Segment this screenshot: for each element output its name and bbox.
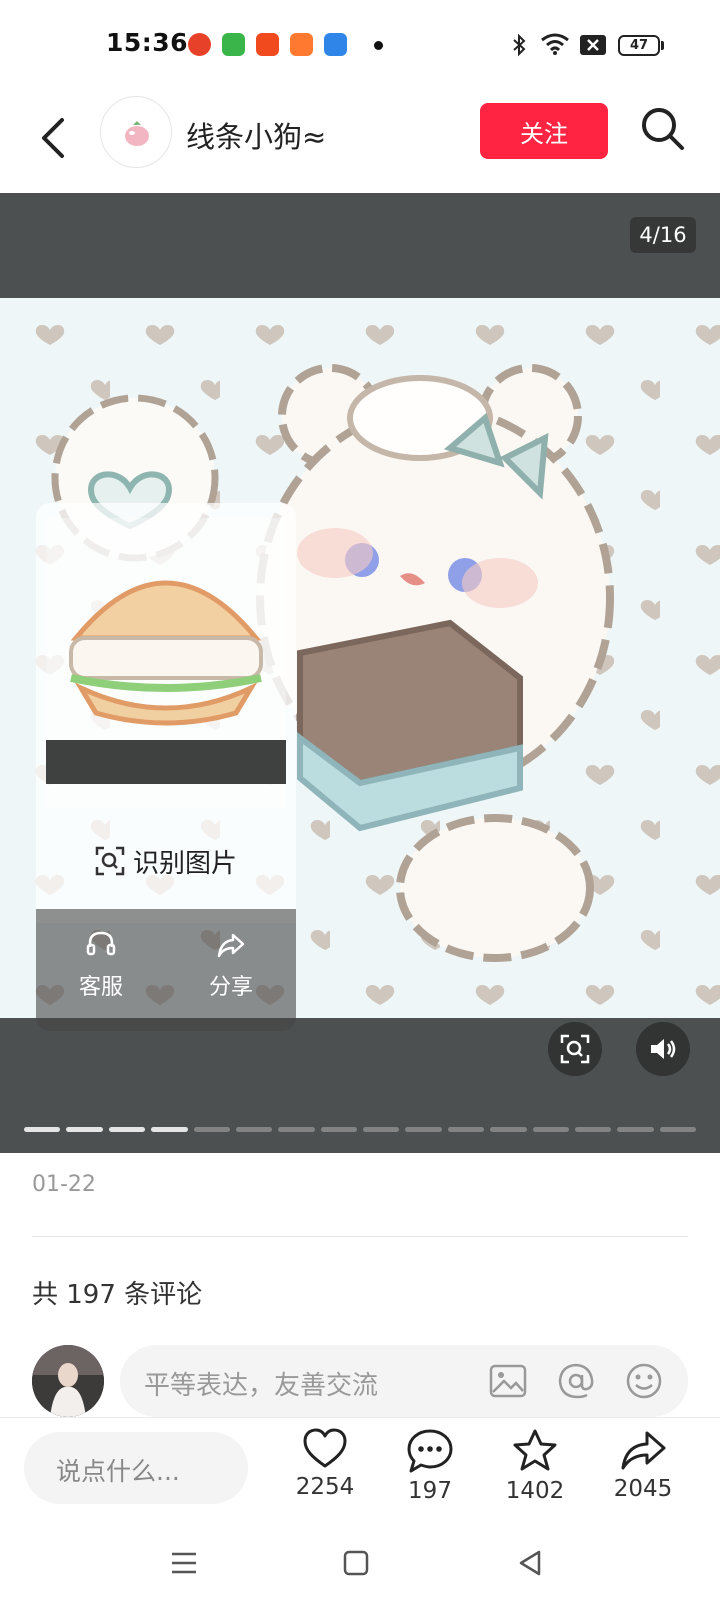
system-nav-bar <box>0 1527 720 1600</box>
progress-segment <box>108 1127 146 1132</box>
overlay-actions: 客服 分享 <box>36 909 296 1031</box>
app-icon-red <box>188 33 211 56</box>
wifi-icon <box>541 33 569 55</box>
progress-segment <box>278 1127 315 1132</box>
progress-segment <box>320 1127 357 1132</box>
customer-service-label: 客服 <box>78 975 123 1000</box>
comment-count-bottom: 197 <box>408 1478 452 1504</box>
progress-segment <box>363 1127 400 1132</box>
progress-segment <box>574 1127 612 1132</box>
progress-segment <box>235 1127 273 1132</box>
progress-segment <box>193 1127 230 1132</box>
share-overlay-label: 分享 <box>208 975 253 1000</box>
scan-icon <box>95 846 125 876</box>
app-icon-blue <box>324 33 347 56</box>
media-viewer[interactable]: 4/16 识别图片 客服 分享 <box>0 193 720 1153</box>
recognize-image-button[interactable]: 识别图片 <box>36 833 296 889</box>
progress-segment <box>405 1127 442 1132</box>
share-button[interactable]: 2045 <box>598 1428 688 1502</box>
menu-icon[interactable] <box>166 1545 202 1581</box>
scan-icon <box>560 1034 590 1064</box>
comment-input[interactable]: 平等表达，友善交流 <box>120 1345 688 1417</box>
status-time: 15:36 <box>106 28 189 57</box>
author-name[interactable]: 线条小狗≈ <box>186 114 326 156</box>
say-placeholder: 说点什么... <box>56 1457 180 1486</box>
post-date: 01-22 <box>32 1172 96 1197</box>
at-icon[interactable] <box>556 1361 596 1401</box>
emoji-icon[interactable] <box>624 1361 664 1401</box>
app-icon-game <box>290 33 313 56</box>
sound-button[interactable] <box>636 1022 690 1076</box>
search-button[interactable] <box>638 104 688 154</box>
say-something-input[interactable]: 说点什么... <box>24 1432 248 1504</box>
author-avatar[interactable] <box>100 96 172 168</box>
burger-thumbnail <box>46 518 286 808</box>
speaker-icon <box>651 1039 676 1059</box>
comment-composer: 平等表达，友善交流 <box>0 1345 720 1417</box>
back-button[interactable] <box>30 108 78 168</box>
battery-tip <box>661 41 664 50</box>
share-count: 2045 <box>613 1476 673 1502</box>
progress-segment <box>24 1127 61 1132</box>
star-icon <box>513 1429 557 1471</box>
comment-count: 共 197 条评论 <box>32 1280 203 1310</box>
progress-segment <box>532 1127 569 1132</box>
no-sim-icon <box>580 35 606 55</box>
divider <box>32 1236 688 1237</box>
status-bar: 15:36 47 <box>0 0 720 90</box>
comment-button[interactable]: 197 <box>385 1428 475 1504</box>
progress-segment <box>447 1127 485 1132</box>
my-avatar[interactable] <box>32 1345 104 1417</box>
header: 线条小狗≈ 关注 <box>0 90 720 190</box>
bluetooth-icon <box>513 33 526 57</box>
collect-count: 1402 <box>505 1478 565 1504</box>
home-icon[interactable] <box>338 1545 374 1581</box>
search-icon <box>642 108 684 150</box>
app-icon-green <box>222 33 245 56</box>
share-icon <box>217 933 245 958</box>
comment-placeholder: 平等表达，友善交流 <box>144 1371 379 1401</box>
customer-service-button[interactable]: 客服 <box>36 909 166 1031</box>
user-avatar-image <box>32 1345 104 1417</box>
like-button[interactable]: 2254 <box>280 1428 370 1500</box>
page-progress <box>24 1127 696 1132</box>
back-triangle-icon[interactable] <box>512 1545 548 1581</box>
page-counter: 4/16 <box>630 217 696 253</box>
battery-icon: 47 <box>618 35 660 56</box>
progress-segment <box>617 1127 654 1132</box>
heart-icon <box>303 1428 347 1468</box>
scan-image-button[interactable] <box>548 1022 602 1076</box>
progress-segment <box>151 1127 188 1132</box>
share-overlay-button[interactable]: 分享 <box>166 909 296 1031</box>
bottom-action-bar: 说点什么... 2254 197 1402 2045 <box>0 1417 720 1527</box>
follow-button[interactable]: 关注 <box>480 103 608 159</box>
headset-icon <box>86 931 116 956</box>
progress-segment <box>659 1127 696 1132</box>
collect-button[interactable]: 1402 <box>490 1428 580 1504</box>
app-icon-play <box>256 33 279 56</box>
image-preview-card: 识别图片 <box>36 503 296 923</box>
progress-segment <box>66 1127 103 1132</box>
recognize-label: 识别图片 <box>132 848 237 879</box>
image-icon[interactable] <box>488 1361 528 1401</box>
strawberry-avatar-icon <box>125 121 149 146</box>
back-arrow-icon <box>42 118 64 158</box>
notification-dot <box>374 41 383 50</box>
comment-bubble-icon <box>407 1429 453 1473</box>
like-count: 2254 <box>295 1474 355 1500</box>
progress-segment <box>490 1127 527 1132</box>
share-icon <box>621 1431 666 1470</box>
